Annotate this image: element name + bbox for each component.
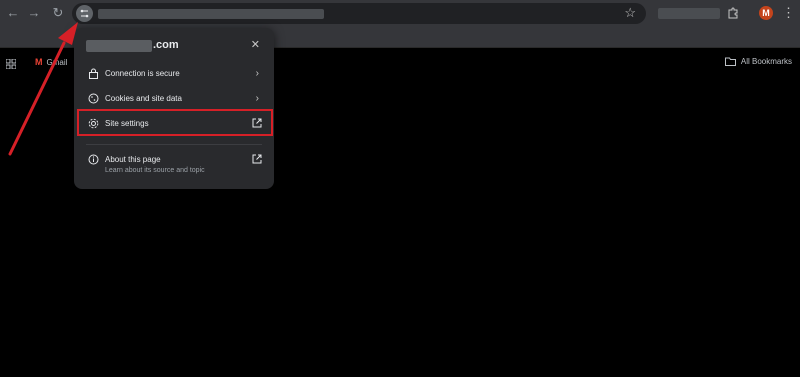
redacted-area	[658, 8, 720, 19]
cookie-icon	[88, 93, 99, 103]
gmail-icon: M	[35, 57, 43, 67]
apps-grid-icon[interactable]	[6, 59, 16, 69]
address-bar[interactable]: ☆	[72, 3, 646, 24]
extensions-icon[interactable]	[727, 7, 739, 19]
all-bookmarks-button[interactable]: All Bookmarks	[724, 57, 792, 66]
open-external-icon	[252, 154, 262, 164]
bookmark-label: Gmail	[46, 57, 68, 67]
chevron-right-icon: ›	[255, 92, 259, 104]
avatar[interactable]: M	[759, 6, 773, 20]
tune-icon	[80, 9, 89, 18]
divider	[86, 144, 262, 145]
all-bookmarks-label: All Bookmarks	[740, 57, 792, 66]
info-icon	[88, 154, 99, 164]
forward-icon[interactable]: →	[26, 5, 42, 21]
about-page-label: About this page	[105, 154, 161, 164]
reload-icon[interactable]: ↻	[50, 5, 66, 21]
star-icon[interactable]: ☆	[624, 5, 636, 21]
lock-icon	[89, 68, 98, 79]
folder-icon	[724, 57, 736, 66]
url-redacted	[98, 9, 324, 19]
cookies-label: Cookies and site data	[105, 93, 182, 103]
connection-security-label: Connection is secure	[105, 68, 180, 78]
close-icon[interactable]: ✕	[251, 38, 260, 51]
about-page-subtitle: Learn about its source and topic	[105, 167, 205, 174]
domain-redacted	[86, 40, 152, 52]
bookmark-gmail[interactable]: M Gmail	[35, 57, 67, 67]
site-info-button[interactable]	[76, 5, 93, 22]
chevron-right-icon: ›	[255, 67, 259, 79]
back-icon[interactable]: ←	[5, 5, 21, 21]
browser-toolbar: ← → ↻ ☆ M ⋮	[0, 0, 800, 27]
domain-suffix: .com	[153, 39, 179, 51]
cookies-item[interactable]: Cookies and site data ›	[74, 86, 274, 110]
more-vertical-icon[interactable]: ⋮	[782, 5, 795, 21]
connection-security-item[interactable]: Connection is secure ›	[74, 61, 274, 85]
highlight-box	[77, 109, 273, 136]
